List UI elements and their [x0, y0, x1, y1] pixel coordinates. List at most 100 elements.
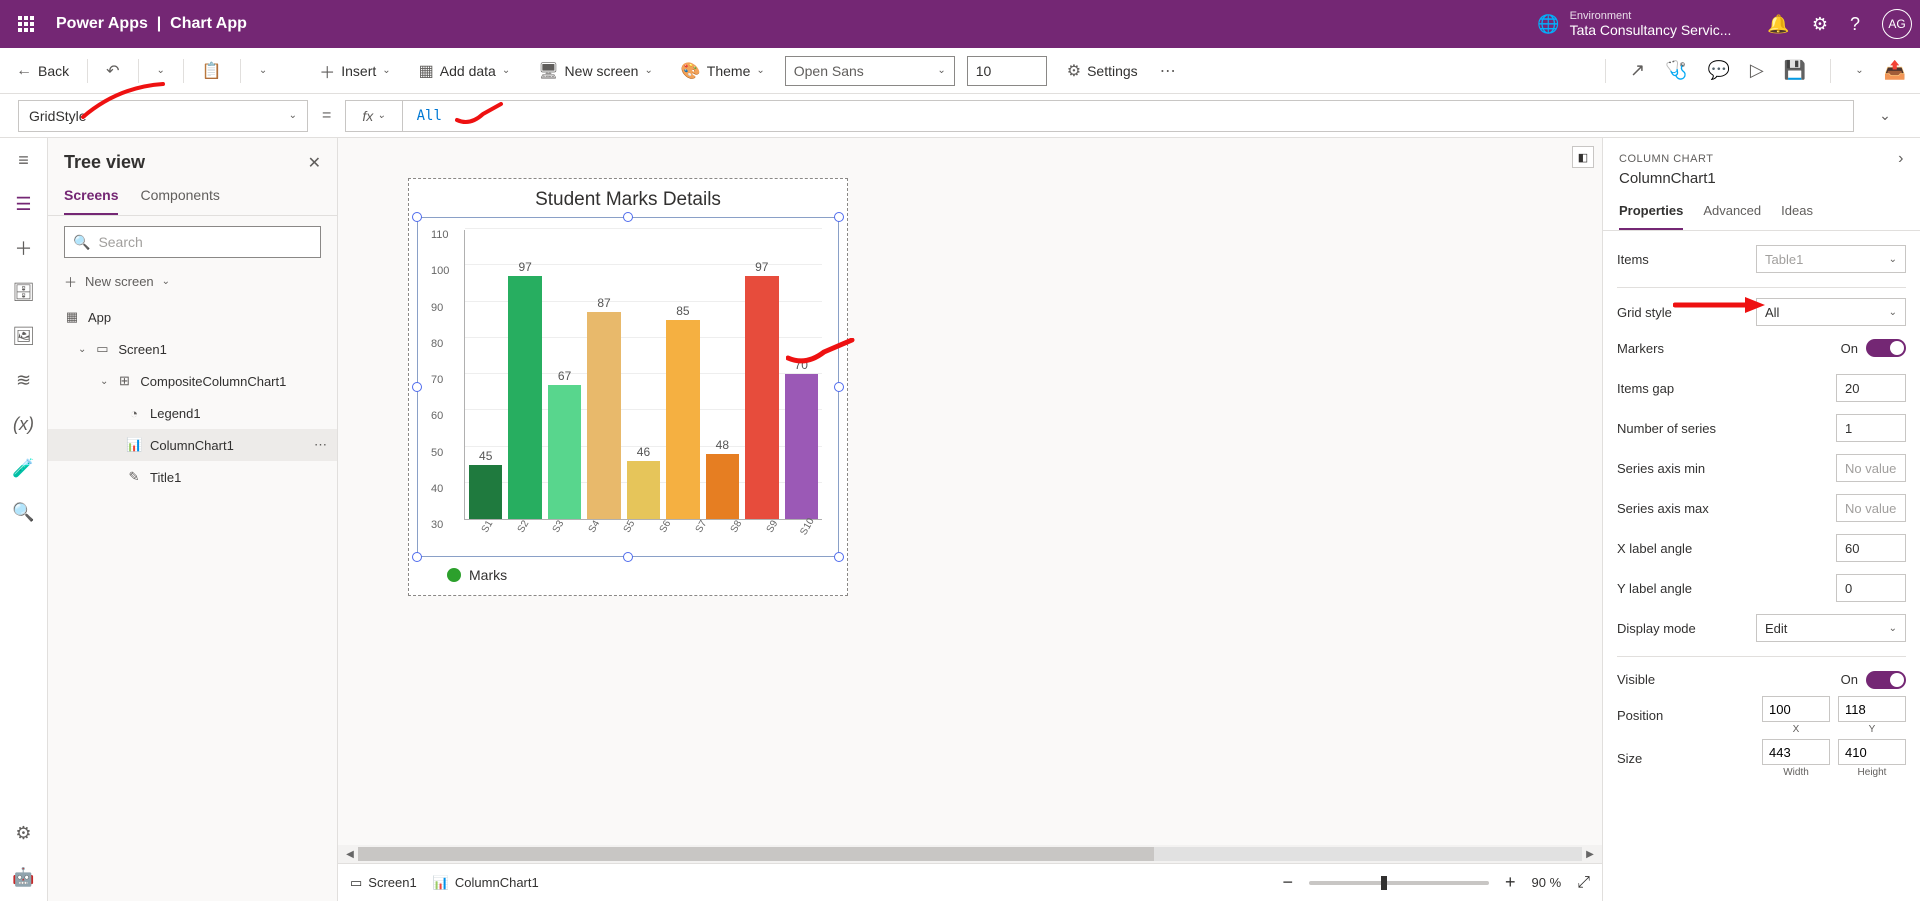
save-icon[interactable]: 💾	[1784, 60, 1806, 81]
chart-bar: 45	[469, 449, 502, 519]
prop-gridstyle-select[interactable]: All⌄	[1756, 298, 1906, 326]
prop-seriesmin-input[interactable]: No value	[1836, 454, 1906, 482]
resize-handle[interactable]	[834, 212, 844, 222]
rail-tree-view-icon[interactable]: ☰	[14, 194, 34, 214]
prop-xangle-input[interactable]: 60	[1836, 534, 1906, 562]
prop-markers-toggle[interactable]	[1866, 339, 1906, 357]
undo-button[interactable]: ↶	[104, 57, 121, 85]
waffle-menu[interactable]	[8, 6, 44, 42]
prop-position-x-input[interactable]	[1762, 696, 1830, 722]
resize-handle[interactable]	[412, 382, 422, 392]
save-split-chevron[interactable]: ⌄	[1855, 65, 1863, 76]
formula-input[interactable]: All	[403, 108, 1853, 124]
rail-media-icon[interactable]: 🖼	[14, 326, 34, 346]
prop-size-h-caption: Height	[1858, 767, 1887, 778]
tree-item-composite-chart[interactable]: ⌄⊞CompositeColumnChart1	[48, 365, 337, 397]
settings-button[interactable]: ⚙Settings	[1059, 57, 1146, 85]
property-selector[interactable]: GridStyle⌄	[18, 100, 308, 132]
props-tab-properties[interactable]: Properties	[1619, 195, 1683, 230]
avatar[interactable]: AG	[1882, 9, 1912, 39]
y-tick-label: 30	[431, 519, 443, 531]
tree-close-icon[interactable]: ✕	[308, 153, 321, 173]
tree-item-column-chart[interactable]: 📊ColumnChart1⋯	[48, 429, 337, 461]
breadcrumb-screen[interactable]: ▭Screen1	[350, 875, 417, 891]
font-size-input[interactable]: 10	[967, 56, 1047, 86]
zoom-slider[interactable]	[1309, 881, 1489, 885]
add-data-button[interactable]: ▦Add data ⌄	[411, 57, 519, 85]
prop-yangle-input[interactable]: 0	[1836, 574, 1906, 602]
props-tab-ideas[interactable]: Ideas	[1781, 195, 1813, 230]
undo-split-chevron[interactable]: ⌄	[155, 61, 167, 80]
back-button[interactable]: ←Back	[14, 58, 71, 84]
zoom-out-button[interactable]: −	[1283, 872, 1294, 893]
tree-new-screen[interactable]: ＋New screen⌄	[48, 268, 337, 297]
zoom-in-button[interactable]: +	[1505, 872, 1516, 893]
help-icon[interactable]: ?	[1850, 14, 1860, 35]
paste-button[interactable]: 📋	[200, 57, 224, 85]
chart-bar: 85	[666, 304, 699, 519]
minimap-toggle[interactable]: ◧	[1572, 146, 1594, 168]
comments-icon[interactable]: 💬	[1708, 60, 1730, 81]
prop-size-w-input[interactable]	[1762, 739, 1830, 765]
paste-split-chevron[interactable]: ⌄	[257, 61, 269, 80]
canvas-h-scrollbar[interactable]: ◀ ▶	[338, 845, 1602, 863]
publish-icon[interactable]: 📤	[1884, 60, 1906, 81]
preview-play-icon[interactable]: ▷	[1750, 60, 1764, 81]
column-chart-control[interactable]: 30405060708090100110459767874685489770 S…	[417, 217, 839, 557]
prop-position-y-input[interactable]	[1838, 696, 1906, 722]
prop-visible-toggle[interactable]	[1866, 671, 1906, 689]
tree-item-screen1[interactable]: ⌄▭Screen1	[48, 333, 337, 365]
checker-icon[interactable]: 🩺	[1665, 60, 1687, 81]
settings-gear-icon[interactable]: ⚙	[1812, 14, 1828, 35]
fit-to-window-icon[interactable]: ⤢	[1577, 874, 1590, 892]
notifications-icon[interactable]: 🔔	[1767, 14, 1789, 35]
theme-button[interactable]: 🎨Theme ⌄	[673, 57, 773, 85]
resize-handle[interactable]	[412, 552, 422, 562]
composite-chart-container[interactable]: Student Marks Details 304050607080901001…	[408, 178, 848, 596]
y-tick-label: 40	[431, 483, 443, 495]
y-tick-label: 80	[431, 338, 443, 350]
rail-settings-icon[interactable]: ⚙	[14, 823, 34, 843]
new-screen-button[interactable]: 🖥New screen ⌄	[530, 57, 661, 85]
tree-item-more-icon[interactable]: ⋯	[314, 437, 329, 453]
tree-item-title[interactable]: ✎Title1	[48, 461, 337, 493]
rail-ask-icon[interactable]: 🤖	[14, 867, 34, 887]
resize-handle[interactable]	[623, 212, 633, 222]
environment-name[interactable]: Tata Consultancy Servic...	[1570, 22, 1732, 38]
rail-search-icon[interactable]: 🔍	[14, 502, 34, 522]
environment-icon[interactable]: 🌐	[1537, 14, 1559, 35]
prop-items-input[interactable]: Table1⌄	[1756, 245, 1906, 273]
tab-screens[interactable]: Screens	[64, 179, 118, 215]
tab-components[interactable]: Components	[140, 179, 219, 215]
resize-handle[interactable]	[623, 552, 633, 562]
resize-handle[interactable]	[834, 382, 844, 392]
props-collapse-chevron[interactable]: ›	[1898, 150, 1904, 168]
rail-flows-icon[interactable]: ≋	[14, 370, 34, 390]
bar-value-label: 45	[479, 449, 492, 463]
rail-variables-icon[interactable]: (x)	[14, 414, 34, 434]
prop-seriesmax-input[interactable]: No value	[1836, 494, 1906, 522]
props-tab-advanced[interactable]: Advanced	[1703, 195, 1761, 230]
overflow-menu[interactable]: ⋯	[1158, 57, 1178, 85]
prop-displaymode-label: Display mode	[1617, 621, 1696, 636]
tree-search-input[interactable]: 🔍 Search	[64, 226, 321, 258]
formula-expand-chevron[interactable]: ⌄	[1868, 107, 1902, 124]
share-icon[interactable]: ↗	[1630, 60, 1645, 81]
prop-size-h-input[interactable]	[1838, 739, 1906, 765]
rail-data-icon[interactable]: 🗄	[14, 282, 34, 302]
rail-hamburger-icon[interactable]: ≡	[14, 150, 34, 170]
resize-handle[interactable]	[412, 212, 422, 222]
tree-item-legend[interactable]: ◔Legend1	[48, 397, 337, 429]
prop-itemsgap-input[interactable]: 20	[1836, 374, 1906, 402]
fx-label[interactable]: fx⌄	[346, 101, 402, 131]
rail-insert-icon[interactable]: ＋	[14, 238, 34, 258]
font-family-select[interactable]: Open Sans⌄	[785, 56, 955, 86]
tree-item-app[interactable]: ▦App	[48, 301, 337, 333]
prop-numseries-input[interactable]: 1	[1836, 414, 1906, 442]
breadcrumb-chart[interactable]: 📊ColumnChart1	[433, 875, 539, 891]
prop-displaymode-select[interactable]: Edit⌄	[1756, 614, 1906, 642]
chart-bar: 97	[745, 260, 778, 519]
rail-tests-icon[interactable]: 🧪	[14, 458, 34, 478]
resize-handle[interactable]	[834, 552, 844, 562]
insert-button[interactable]: ＋Insert ⌄	[311, 55, 398, 87]
